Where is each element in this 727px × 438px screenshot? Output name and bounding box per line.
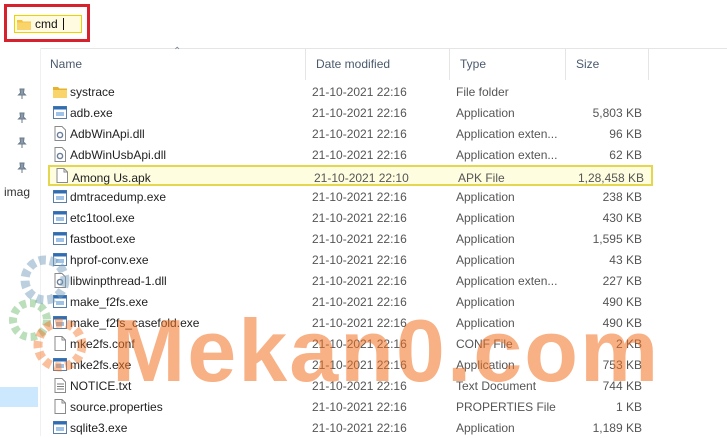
file-size: 43 KB <box>609 252 642 267</box>
file-date-modified: 21-10-2021 22:10 <box>314 170 409 185</box>
file-name: AdbWinApi.dll <box>70 126 145 141</box>
address-bar-highlight: cmd <box>4 4 90 42</box>
file-size: 5,803 KB <box>592 105 642 120</box>
file-name: dmtracedump.exe <box>70 189 167 204</box>
file-name: systrace <box>70 84 115 99</box>
file-type: APK File <box>458 170 505 185</box>
watermark-text: Mekan0.com <box>112 301 661 400</box>
file-size: 96 KB <box>609 126 642 141</box>
file-row[interactable]: AdbWinUsbApi.dll 21-10-2021 22:16 Applicat… <box>40 144 653 165</box>
file-type: File folder <box>456 84 509 99</box>
address-input-text: cmd <box>35 17 58 31</box>
file-date-modified: 21-10-2021 22:16 <box>312 189 407 204</box>
text-icon <box>54 378 66 393</box>
column-header-name-label: Name <box>50 57 83 71</box>
exe-icon <box>53 421 67 434</box>
column-header-type-label: Type <box>460 57 487 71</box>
column-header-date[interactable]: Date modified <box>306 48 450 80</box>
file-date-modified: 21-10-2021 22:16 <box>312 147 407 162</box>
file-date-modified: 21-10-2021 22:16 <box>312 231 407 246</box>
file-type: Application exten... <box>456 147 558 162</box>
address-bar-row: cmd <box>0 0 727 49</box>
file-name: etc1tool.exe <box>70 210 135 225</box>
file-size: 62 KB <box>609 147 642 162</box>
file-name: AdbWinUsbApi.dll <box>70 147 167 162</box>
file-row[interactable]: libwinpthread-1.dll 21-10-2021 22:16 Appli… <box>40 270 653 291</box>
nav-item-selected[interactable] <box>0 387 38 407</box>
file-row[interactable]: hprof-conv.exe 21-10-2021 22:16 Applicatio… <box>40 249 653 270</box>
file-size: 227 KB <box>602 273 642 288</box>
pin-icon[interactable] <box>16 112 28 124</box>
file-row[interactable]: adb.exe 21-10-2021 22:16 Application 5,803 … <box>40 102 653 123</box>
folder-icon <box>53 87 67 98</box>
file-row[interactable]: dmtracedump.exe 21-10-2021 22:16 Applicati… <box>40 186 653 207</box>
exe-icon <box>53 190 67 203</box>
file-size: 1,189 KB <box>592 420 642 435</box>
file-row[interactable]: sqlite3.exe 21-10-2021 22:16 Application 1,… <box>40 417 653 438</box>
file-type: Application <box>456 189 515 204</box>
file-date-modified: 21-10-2021 22:16 <box>312 420 407 435</box>
file-icon <box>54 399 66 414</box>
column-header-size[interactable]: Size <box>566 48 649 80</box>
file-type: Application <box>456 231 515 246</box>
file-row[interactable]: Among Us.apk 21-10-2021 22:10 APK File 1,28… <box>48 165 653 186</box>
file-type: Application exten... <box>456 273 558 288</box>
file-type: Application <box>456 210 515 225</box>
file-date-modified: 21-10-2021 22:16 <box>312 210 407 225</box>
file-type: Application <box>456 105 515 120</box>
file-name: sqlite3.exe <box>70 420 128 435</box>
file-date-modified: 21-10-2021 22:16 <box>312 105 407 120</box>
nav-item-partial-label[interactable]: imag <box>4 185 30 199</box>
dll-icon <box>54 126 66 141</box>
column-header-size-label: Size <box>576 57 600 71</box>
file-size: 430 KB <box>602 210 642 225</box>
address-input[interactable]: cmd <box>14 15 82 33</box>
folder-icon <box>17 20 31 30</box>
pin-icon[interactable] <box>16 162 28 174</box>
exe-icon <box>53 106 67 119</box>
file-size: 238 KB <box>602 189 642 204</box>
file-size: 1,28,458 KB <box>577 170 644 185</box>
file-date-modified: 21-10-2021 22:16 <box>312 252 407 267</box>
column-header-type[interactable]: Type <box>450 48 566 80</box>
file-row[interactable]: systrace 21-10-2021 22:16 File folder <box>40 81 653 102</box>
file-type: Application <box>456 420 515 435</box>
column-header-date-label: Date modified <box>316 57 391 71</box>
column-header-name[interactable]: Name <box>40 48 306 80</box>
watermark-gears-logo <box>9 255 87 372</box>
file-date-modified: 21-10-2021 22:16 <box>312 84 407 99</box>
file-size <box>570 81 642 102</box>
file-name: Among Us.apk <box>72 170 151 185</box>
pin-icon[interactable] <box>16 88 28 100</box>
file-type: Application exten... <box>456 126 558 141</box>
dll-icon <box>54 147 66 162</box>
pin-icon[interactable] <box>16 137 28 149</box>
column-header-row: ⌃ Name Date modified Type Size <box>40 46 727 80</box>
exe-icon <box>53 211 67 224</box>
file-row[interactable]: etc1tool.exe 21-10-2021 22:16 Application 4… <box>40 207 653 228</box>
file-date-modified: 21-10-2021 22:16 <box>312 273 407 288</box>
file-name: adb.exe <box>70 105 113 120</box>
file-row[interactable]: AdbWinApi.dll 21-10-2021 22:16 Application… <box>40 123 653 144</box>
file-row[interactable]: fastboot.exe 21-10-2021 22:16 Application 1… <box>40 228 653 249</box>
file-date-modified: 21-10-2021 22:16 <box>312 126 407 141</box>
file-type: Application <box>456 252 515 267</box>
text-caret <box>62 18 64 30</box>
file-size: 1,595 KB <box>592 231 642 246</box>
file-icon <box>56 168 68 183</box>
